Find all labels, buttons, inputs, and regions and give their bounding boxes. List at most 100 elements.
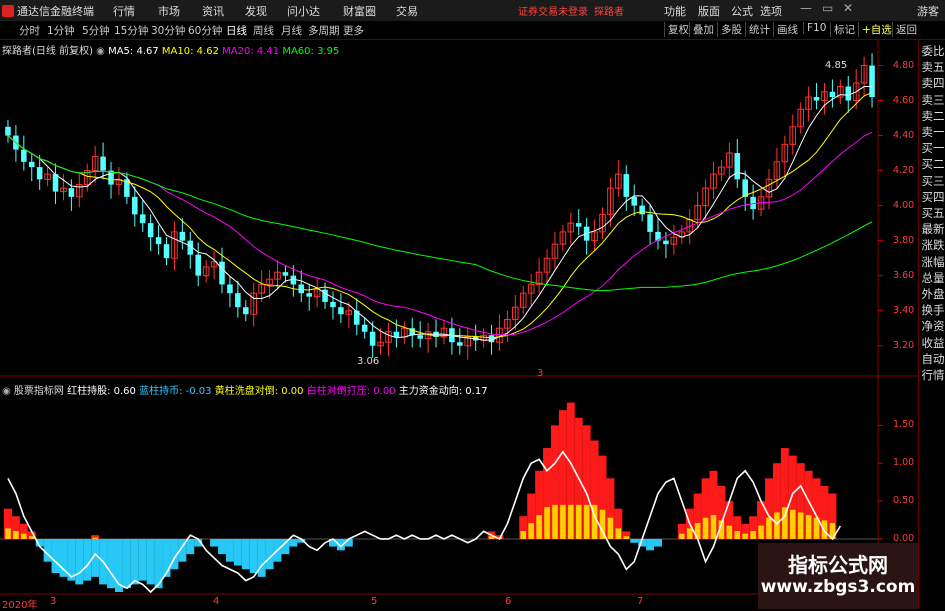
- blue-bar: [146, 538, 155, 585]
- side-panel-item[interactable]: 卖一: [920, 125, 945, 140]
- side-panel-item[interactable]: 卖三: [920, 93, 945, 108]
- candle-body-down: [52, 174, 59, 192]
- side-panel-item[interactable]: 自动: [920, 352, 945, 367]
- guest-label[interactable]: 游客: [917, 3, 939, 19]
- side-panel-item[interactable]: 买五: [920, 206, 945, 221]
- blue-bar: [75, 538, 84, 585]
- blue-bar: [257, 538, 266, 577]
- candle-body-down: [330, 301, 336, 308]
- side-panel-item[interactable]: 卖二: [920, 109, 945, 124]
- side-panel-item[interactable]: 收益: [920, 336, 945, 351]
- blue-bar: [225, 538, 234, 562]
- yellow-bar: [520, 531, 527, 539]
- yellow-bar: [726, 525, 733, 539]
- indicator-name[interactable]: 股票指标网: [14, 386, 64, 397]
- blue-bar: [138, 538, 147, 581]
- candlestick-series: [5, 53, 875, 360]
- yellow-bar: [536, 515, 542, 539]
- side-panel-item[interactable]: 买一: [920, 141, 945, 156]
- date-label-jul: 7: [637, 596, 644, 607]
- yellow-bar: [544, 507, 550, 539]
- kline-chart[interactable]: [0, 0, 918, 609]
- price-tick-label: 3.40: [893, 304, 915, 316]
- blue-bar: [107, 538, 115, 589]
- blue-bar: [162, 538, 171, 577]
- blue-bar: [218, 538, 226, 555]
- candle-body-down: [575, 223, 582, 227]
- yellow-bar: [21, 533, 27, 539]
- blue-bar-value: 蓝柱持币: -0.03: [139, 386, 212, 397]
- candle-body-down: [179, 231, 186, 241]
- month-marker: 3: [537, 368, 544, 379]
- side-panel-item[interactable]: 涨跌: [920, 238, 945, 253]
- price-tick-label: 3.60: [893, 269, 915, 281]
- blue-bar: [630, 538, 639, 543]
- yellow-bar: [805, 515, 812, 539]
- moving-average-lines: [7, 86, 873, 341]
- yellow-bar: [710, 515, 717, 539]
- candle-body-down: [647, 214, 653, 232]
- candle-body-down: [147, 223, 154, 238]
- blue-bar: [122, 538, 131, 589]
- yellow-bar: [615, 528, 622, 539]
- candle-body-down: [139, 214, 146, 224]
- yellow-bar: [758, 525, 764, 539]
- price-tick-label: 4.80: [893, 59, 915, 71]
- side-panel-item[interactable]: 委比: [920, 44, 945, 59]
- side-panel-item[interactable]: 外盘: [920, 287, 945, 302]
- side-panel-item[interactable]: 最新: [920, 222, 945, 237]
- side-panel-item[interactable]: 买四: [920, 190, 945, 205]
- yellow-bar: [13, 531, 19, 539]
- candle-body-down: [219, 261, 225, 285]
- side-panel-item[interactable]: 行情: [920, 368, 945, 383]
- candle-body-down: [68, 188, 75, 197]
- candle-body-down: [338, 307, 344, 315]
- ma20-line: [7, 131, 873, 336]
- ma60-value: MA60: 3.95: [282, 46, 340, 57]
- side-panel-item[interactable]: 净资: [920, 319, 945, 334]
- candle-body-down: [163, 244, 170, 259]
- date-label-jun: 6: [505, 596, 512, 607]
- candle-body-down: [417, 335, 423, 339]
- legend-settings-icon[interactable]: ◉: [2, 386, 14, 397]
- ma5-line: [7, 86, 873, 341]
- candle-body-down: [235, 293, 241, 308]
- yellow-bar: [568, 504, 574, 539]
- yellow-bar: [623, 536, 630, 539]
- side-panel-item[interactable]: 涨幅: [920, 255, 945, 270]
- candle-body-down: [663, 240, 669, 245]
- blue-bar: [289, 538, 298, 547]
- candle-body-down: [132, 196, 138, 215]
- indicator-bars: [4, 402, 837, 592]
- blue-bar: [249, 538, 258, 574]
- side-panel-item[interactable]: 买三: [920, 174, 945, 189]
- ma20-value: MA20: 4.41: [222, 46, 280, 57]
- candle-body-down: [631, 196, 637, 206]
- side-panel-item[interactable]: 买二: [920, 157, 945, 172]
- yellow-bar: [742, 533, 748, 539]
- side-panel-item[interactable]: 换手: [920, 303, 945, 318]
- indicator-tick-label: 1.00: [893, 457, 915, 469]
- yellow-bar: [575, 504, 582, 539]
- blue-bar: [233, 538, 242, 566]
- blue-bar: [43, 538, 52, 562]
- side-panel-item[interactable]: 卖五: [920, 60, 945, 75]
- candle-body-down: [361, 324, 368, 332]
- yellow-bar: [679, 533, 685, 539]
- high-label: 4.85: [825, 60, 848, 71]
- blue-bar: [265, 538, 274, 570]
- yellow-bar: [734, 531, 741, 539]
- side-panel-item[interactable]: 总量: [920, 271, 945, 286]
- candle-body-down: [243, 307, 249, 315]
- legend-settings-icon[interactable]: ◉: [96, 46, 108, 57]
- date-label-mar: 3: [50, 596, 57, 607]
- blue-bar: [654, 538, 662, 547]
- candle-body-down: [5, 126, 11, 136]
- candle-body-down: [28, 161, 35, 168]
- yellow-bar: [5, 528, 11, 539]
- stock-name[interactable]: 探路者(日线 前复权): [2, 46, 93, 57]
- date-label-may: 5: [371, 596, 378, 607]
- side-panel-item[interactable]: 卖四: [920, 76, 945, 91]
- yellow-bar: [607, 517, 614, 539]
- candle-body-down: [306, 293, 312, 297]
